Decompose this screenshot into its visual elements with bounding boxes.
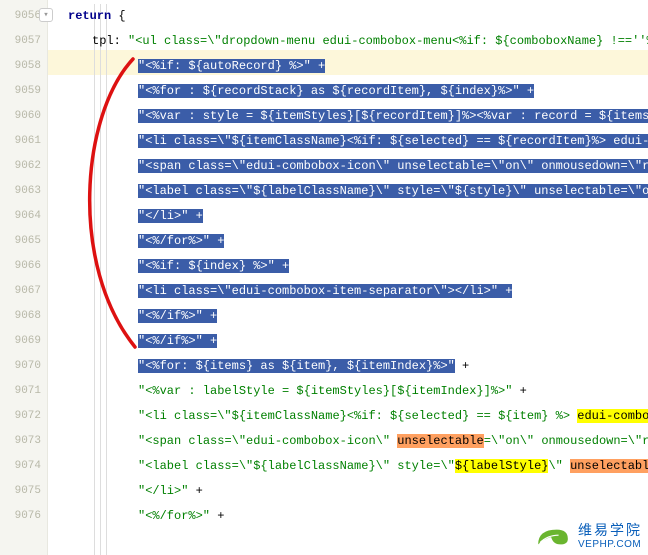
code-line: "<li class=\"${itemClassName}<%if: ${sel… xyxy=(68,404,648,429)
line-number: 9068 xyxy=(10,304,41,329)
line-number: 9058 xyxy=(10,54,41,79)
code-line-selected: "<%if: ${index} %>" + xyxy=(68,254,648,279)
diff-highlight: unselectable xyxy=(397,434,483,448)
line-number: 9062 xyxy=(10,154,41,179)
code-line: "<label class=\"${labelClassName}\" styl… xyxy=(68,454,648,479)
code-line-selected: "<%var : style = ${itemStyles}[${recordI… xyxy=(68,104,648,129)
code-line: "<%for: ${items} as ${item}, ${itemIndex… xyxy=(68,354,648,379)
code-line-selected: "<li class=\"edui-combobox-item-separato… xyxy=(68,279,648,304)
code-line-selected: "<li class=\"${itemClassName}<%if: ${sel… xyxy=(68,129,648,154)
line-number: 9064 xyxy=(10,204,41,229)
line-number: 9067 xyxy=(10,279,41,304)
code-line: "<span class=\"edui-combobox-icon\" unse… xyxy=(68,429,648,454)
line-number: 9059 xyxy=(10,79,41,104)
code-line-selected: "</li>" + xyxy=(68,204,648,229)
line-number: 9071 xyxy=(10,379,41,404)
line-number-gutter: 9056▾ 9057 9058 9059 9060 9061 9062 9063… xyxy=(0,0,48,555)
code-line: "</li>" + xyxy=(68,479,648,504)
code-line-selected: "<%if: ${autoRecord} %>" + xyxy=(68,54,648,79)
code-line-selected: "<%for : ${recordStack} as ${recordItem}… xyxy=(68,79,648,104)
code-line-selected: "<label class=\"${labelClassName}\" styl… xyxy=(68,179,648,204)
line-number: 9076 xyxy=(10,504,41,529)
line-number: 9056▾ xyxy=(10,4,41,29)
line-number: 9069 xyxy=(10,329,41,354)
line-number: 9073 xyxy=(10,429,41,454)
diff-highlight: unselectable xyxy=(570,459,648,473)
watermark-title: 维易学院 xyxy=(578,522,642,539)
line-number: 9075 xyxy=(10,479,41,504)
line-number: 9065 xyxy=(10,229,41,254)
line-number: 9074 xyxy=(10,454,41,479)
line-number: 9060 xyxy=(10,104,41,129)
code-line: return { xyxy=(68,4,648,29)
code-line-selected: "<%/if%>" + xyxy=(68,329,648,354)
line-number: 9063 xyxy=(10,179,41,204)
line-number: 9061 xyxy=(10,129,41,154)
line-number: 9057 xyxy=(10,29,41,54)
watermark: 维易学院 VEPHP.COM xyxy=(534,522,642,551)
diff-highlight: edui-combobox-checked xyxy=(577,409,648,423)
line-number: 9072 xyxy=(10,404,41,429)
code-line: "<%var : labelStyle = ${itemStyles}[${it… xyxy=(68,379,648,404)
code-line-selected: "<%/if%>" + xyxy=(68,304,648,329)
line-number: 9066 xyxy=(10,254,41,279)
code-editor[interactable]: 9056▾ 9057 9058 9059 9060 9061 9062 9063… xyxy=(0,0,648,555)
code-content[interactable]: return { tpl: "<ul class=\"dropdown-menu… xyxy=(48,0,648,555)
line-number: 9070 xyxy=(10,354,41,379)
code-line-selected: "<%/for%>" + xyxy=(68,229,648,254)
code-line: tpl: "<ul class=\"dropdown-menu edui-com… xyxy=(68,29,648,54)
leaf-icon xyxy=(534,524,572,550)
diff-highlight: ${labelStyle} xyxy=(455,459,549,473)
watermark-url: VEPHP.COM xyxy=(578,539,642,551)
code-line-selected: "<span class=\"edui-combobox-icon\" unse… xyxy=(68,154,648,179)
